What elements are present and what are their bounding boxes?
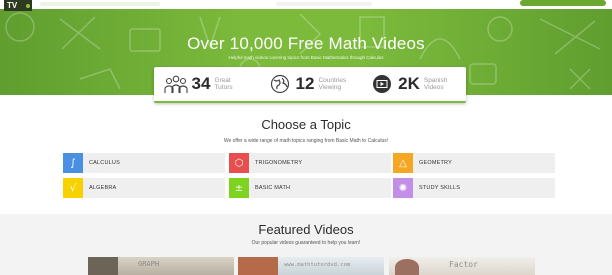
topic-calculus[interactable]: ∫ CALCULUS bbox=[63, 153, 225, 173]
stat-label: Great Tutors bbox=[214, 77, 233, 91]
lightbulb-icon: ✺ bbox=[393, 178, 413, 198]
topic-label: STUDY SKILLS bbox=[419, 185, 461, 191]
topic-grid: ∫ CALCULUS ⬡ TRIGONOMETRY △ GEOMETRY √ A… bbox=[63, 153, 557, 200]
topic-label: GEOMETRY bbox=[419, 160, 452, 166]
stat-number: 2K bbox=[398, 74, 420, 93]
video-thumbnail-text: GRAPH bbox=[138, 260, 160, 268]
nav-button[interactable] bbox=[520, 0, 606, 6]
hero-title: Over 10,000 Free Math Videos bbox=[187, 34, 425, 53]
logo-text: TV bbox=[7, 1, 18, 10]
integral-icon: ∫ bbox=[63, 153, 83, 173]
video-thumbnail[interactable]: GRAPH bbox=[88, 257, 234, 275]
nav-search[interactable] bbox=[276, 2, 372, 6]
topic-algebra[interactable]: √ ALGEBRA bbox=[63, 178, 225, 198]
video-frame-edge bbox=[238, 257, 278, 275]
stat-tutors: 34 Great Tutors bbox=[154, 67, 258, 101]
topic-study-skills[interactable]: ✺ STUDY SKILLS bbox=[393, 178, 555, 198]
globe-icon bbox=[270, 74, 289, 94]
video-thumbnail-text: www.mathtutordvd.com bbox=[284, 262, 351, 268]
video-thumbnail-text: Factor bbox=[449, 260, 478, 269]
logo-dot-icon bbox=[26, 4, 30, 8]
cube-icon: ⬡ bbox=[229, 153, 249, 173]
featured-section-subtitle: Our popular videos guaranteed to help yo… bbox=[251, 240, 361, 246]
topics-section-title: Choose a Topic bbox=[261, 117, 351, 132]
tutors-icon bbox=[163, 75, 188, 93]
stat-spanish-videos: 2K Spanish Videos bbox=[362, 67, 466, 101]
top-navigation-bar bbox=[0, 0, 612, 9]
video-thumbnail[interactable]: www.mathtutordvd.com bbox=[238, 257, 384, 275]
stat-number: 34 bbox=[191, 74, 211, 93]
video-frame-edge bbox=[88, 257, 118, 275]
topic-geometry[interactable]: △ GEOMETRY bbox=[393, 153, 555, 173]
stat-number: 12 bbox=[295, 74, 315, 93]
nav-links[interactable] bbox=[40, 2, 160, 6]
topic-basic-math[interactable]: ± BASIC MATH bbox=[229, 178, 391, 198]
topic-trigonometry[interactable]: ⬡ TRIGONOMETRY bbox=[229, 153, 391, 173]
video-thumbnail[interactable]: Factor bbox=[389, 257, 535, 275]
stat-countries: 12 Countries Viewing bbox=[258, 67, 362, 101]
arithmetic-icon: ± bbox=[229, 178, 249, 198]
topic-label: BASIC MATH bbox=[255, 185, 291, 191]
compass-icon: △ bbox=[393, 153, 413, 173]
site-logo[interactable]: TV bbox=[4, 0, 32, 11]
hero-subtitle: Helpful math videos covering topics from… bbox=[228, 55, 384, 60]
topics-section-subtitle: We offer a wide range of math topics ran… bbox=[223, 138, 389, 144]
topic-label: CALCULUS bbox=[89, 160, 120, 166]
topic-label: TRIGONOMETRY bbox=[255, 160, 303, 166]
topic-label: ALGEBRA bbox=[89, 185, 117, 191]
stat-label: Spanish Videos bbox=[423, 77, 448, 91]
video-play-icon bbox=[373, 75, 392, 93]
featured-section-title: Featured Videos bbox=[258, 222, 354, 237]
stat-label: Countries Viewing bbox=[318, 77, 347, 91]
square-root-icon: √ bbox=[63, 178, 83, 198]
presenter-silhouette bbox=[395, 259, 419, 275]
stats-bar: 34 Great Tutors 12 Countries Viewing 2K … bbox=[154, 67, 466, 103]
